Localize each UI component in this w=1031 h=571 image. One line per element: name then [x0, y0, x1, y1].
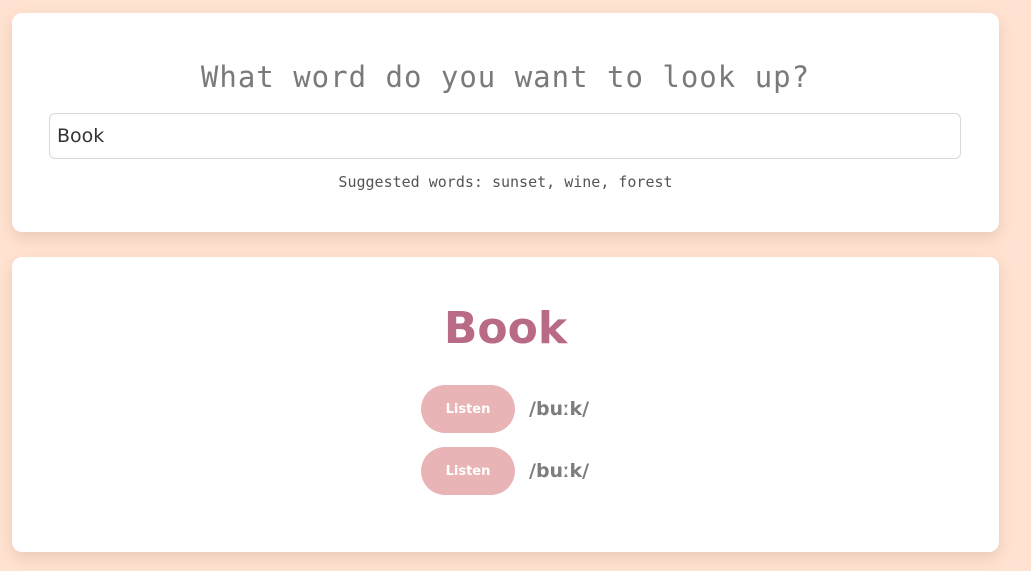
listen-button[interactable]: Listen — [421, 385, 515, 433]
listen-button[interactable]: Listen — [421, 447, 515, 495]
suggested-words: Suggested words: sunset, wine, forest — [338, 173, 673, 191]
result-card: Book Listen /buːk/ Listen /buːk/ — [12, 257, 999, 552]
pronunciation-row: Listen /buːk/ — [421, 447, 589, 495]
search-input[interactable] — [49, 113, 961, 159]
phonetic-text: /buːk/ — [529, 398, 590, 420]
word-title: Book — [443, 303, 568, 354]
phonetic-text: /buːk/ — [529, 460, 590, 482]
search-question: What word do you want to look up? — [200, 60, 811, 94]
search-card: What word do you want to look up? Sugges… — [12, 13, 999, 232]
pronunciation-row: Listen /buːk/ — [421, 385, 589, 433]
